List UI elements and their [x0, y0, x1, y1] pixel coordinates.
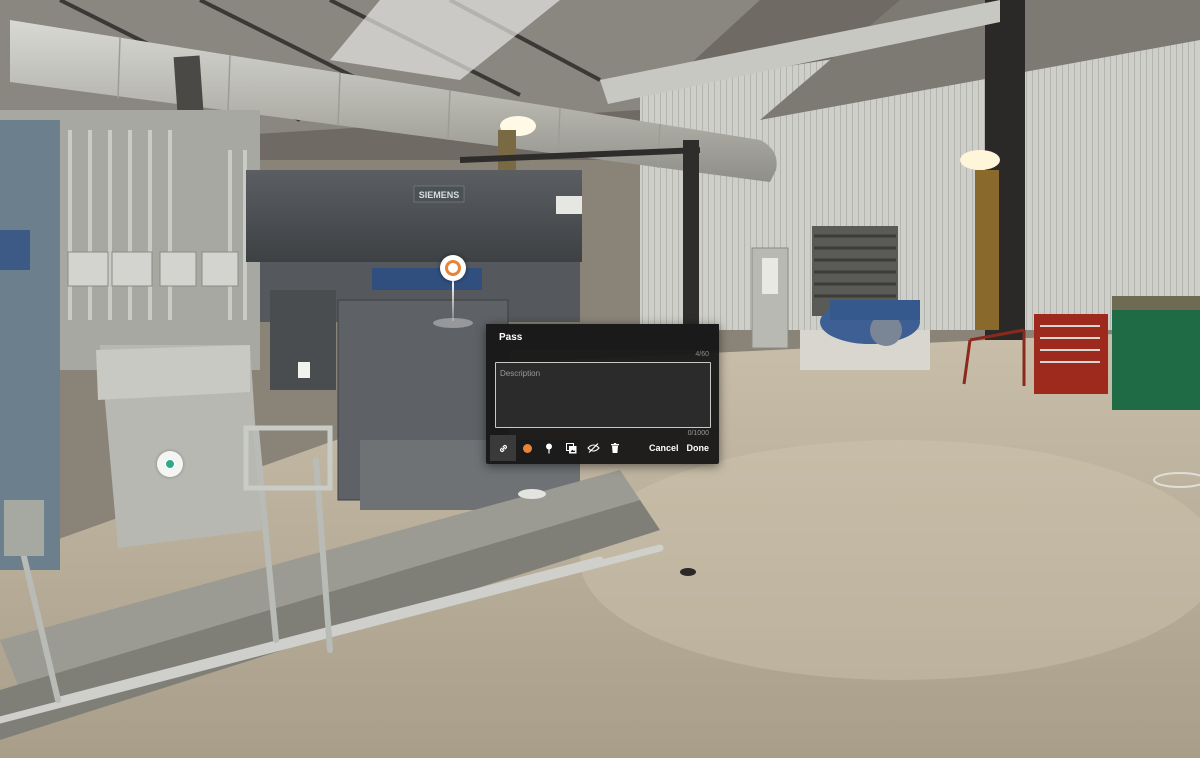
- hide-icon: [586, 443, 600, 453]
- tag-editor-panel: 4/60 0/1000: [486, 324, 719, 464]
- siemens-label: SIEMENS: [419, 190, 460, 200]
- cancel-button[interactable]: Cancel: [645, 443, 683, 453]
- hide-button[interactable]: [582, 435, 604, 461]
- media-icon: [565, 442, 576, 453]
- tag-description-input[interactable]: [495, 362, 711, 428]
- pin-button[interactable]: [538, 435, 560, 461]
- title-char-counter: 4/60: [695, 351, 709, 358]
- link-button[interactable]: [490, 435, 516, 461]
- tag-marker-ring: [445, 260, 461, 276]
- tag-title-input[interactable]: [486, 324, 719, 350]
- link-icon: [499, 444, 507, 452]
- tag-marker[interactable]: [440, 255, 466, 281]
- sweep-marker-dot: [164, 458, 176, 470]
- pin-icon: [546, 443, 552, 453]
- sweep-navigation-marker[interactable]: [157, 451, 183, 477]
- done-button[interactable]: Done: [683, 443, 714, 453]
- media-button[interactable]: [560, 435, 582, 461]
- tag-marker-stem: [452, 281, 454, 321]
- trash-icon: [611, 443, 619, 453]
- tag-editor-toolbar: Cancel Done: [486, 434, 719, 462]
- color-picker-button[interactable]: [516, 435, 538, 461]
- tag-color-swatch: [522, 443, 532, 453]
- delete-button[interactable]: [604, 435, 626, 461]
